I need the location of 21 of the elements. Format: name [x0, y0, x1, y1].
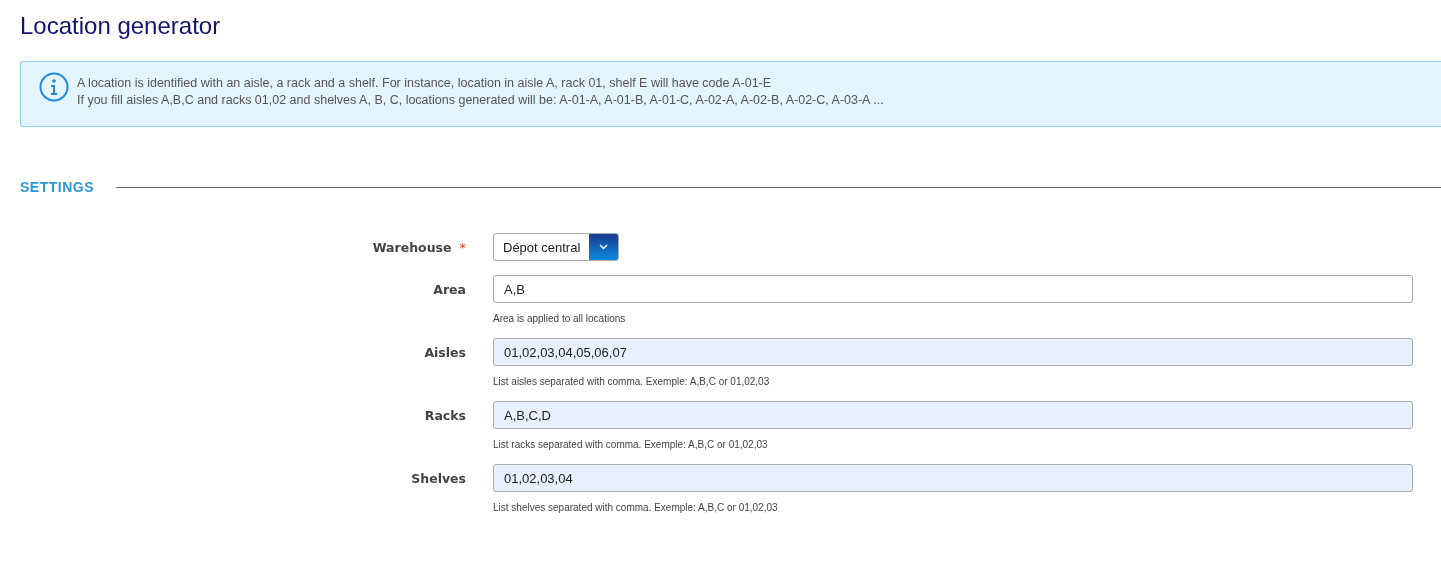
warehouse-dropdown[interactable]: Dépot central: [493, 233, 620, 261]
field-label: Shelves: [411, 470, 466, 486]
input-field[interactable]: 01,02,03,04: [493, 464, 1413, 492]
required-mark: *: [459, 239, 466, 255]
chevron-down-icon: [599, 244, 609, 250]
field-label: Racks: [424, 407, 466, 423]
input-field[interactable]: A,B: [493, 275, 1413, 303]
field-label: Area: [433, 281, 466, 297]
field-label: Aisles: [424, 344, 466, 360]
info-text: A location is identified with an aisle, a rack and a shelf. For instance, location in aisle A, rack 01, shelf E will have code A-01-E: [77, 75, 773, 92]
input-field[interactable]: 01,02,03,04,05,06,07: [493, 338, 1413, 366]
input-field[interactable]: A,B,C,D: [493, 401, 1413, 429]
help-text: Area is applied to all locations: [493, 313, 626, 324]
section-title: SETTINGS: [20, 179, 94, 195]
help-text: List racks separated with comma. Exemple: A,B,C or 01,02,03: [493, 439, 768, 450]
info-icon: [39, 72, 69, 102]
page-title: Location generator: [20, 12, 221, 40]
help-text: List aisles separated with comma. Exemple: A,B,C or 01,02,03: [493, 376, 770, 387]
field-label: Warehouse: [372, 239, 452, 255]
help-text: List shelves separated with comma. Exemple: A,B,C or 01,02,03: [493, 502, 778, 513]
info-text: If you fill aisles A,B,C and racks 01,02 and shelves A, B, C, locations generated will be: A-01-A, A-01-B, A-01-C, A-02-A, A-02-B, A-02-C, A-03-A ...: [77, 92, 884, 109]
